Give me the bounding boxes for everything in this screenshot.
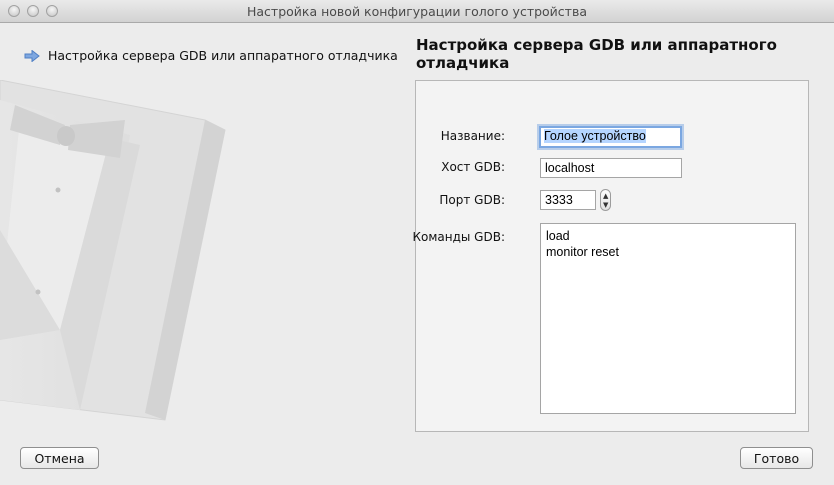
page-heading: Настройка сервера GDB или аппаратного от… xyxy=(416,36,777,72)
gdb-port-label: Порт GDB: xyxy=(439,193,505,207)
gdb-commands-textarea[interactable]: load monitor reset xyxy=(540,223,796,414)
arrow-right-icon xyxy=(24,49,40,62)
gdb-port-stepper[interactable]: ▲ ▼ xyxy=(600,189,611,211)
gdb-port-input[interactable]: 3333 xyxy=(540,190,596,210)
gdb-commands-label: Команды GDB: xyxy=(412,230,505,244)
title-bar: Настройка новой конфигурации голого устр… xyxy=(0,0,834,23)
done-button[interactable]: Готово xyxy=(740,447,813,469)
stepper-down-icon[interactable]: ▼ xyxy=(603,202,608,209)
form-panel: Название: Голое устройство Хост GDB: loc… xyxy=(412,80,809,432)
gdb-host-label: Хост GDB: xyxy=(441,160,505,174)
wizard-window: Настройка новой конфигурации голого устр… xyxy=(0,0,834,485)
window-title: Настройка новой конфигурации голого устр… xyxy=(247,4,587,19)
cancel-button[interactable]: Отмена xyxy=(20,447,99,469)
name-label: Название: xyxy=(440,129,505,143)
tuxedo-illustration xyxy=(0,80,226,421)
stepper-up-icon[interactable]: ▲ xyxy=(603,193,608,200)
sidebar-step-label: Настройка сервера GDB или аппаратного от… xyxy=(48,48,398,63)
gdb-command-line: monitor reset xyxy=(546,245,619,259)
name-input[interactable]: Голое устройство xyxy=(539,126,682,148)
name-input-value: Голое устройство xyxy=(544,129,646,143)
gdb-command-line: load xyxy=(546,229,570,243)
sidebar-step-gdb-server: Настройка сервера GDB или аппаратного от… xyxy=(24,48,398,63)
gdb-host-input[interactable]: localhost xyxy=(540,158,682,178)
